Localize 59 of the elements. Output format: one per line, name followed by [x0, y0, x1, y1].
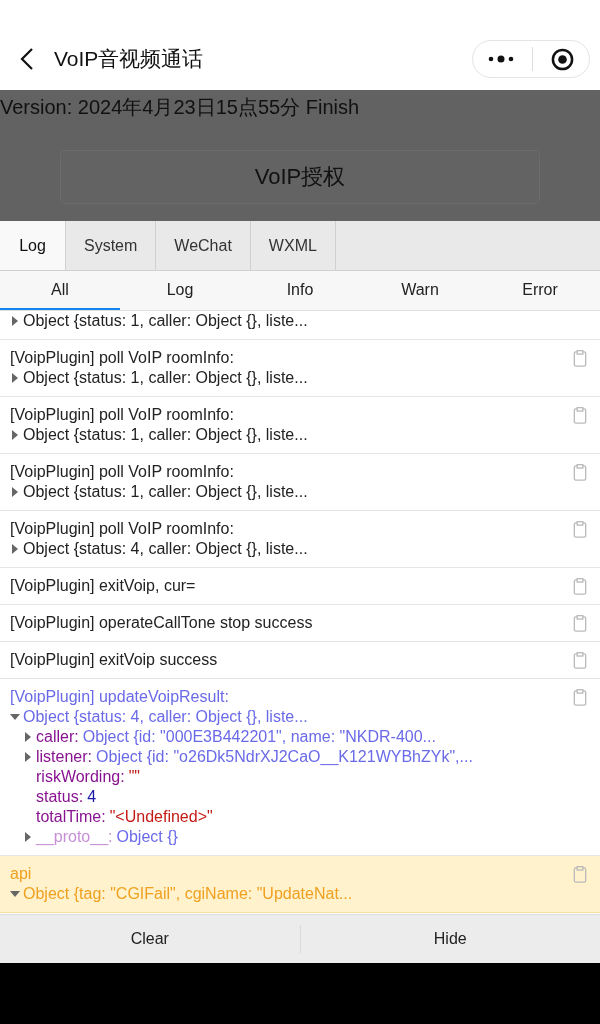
object-summary[interactable]: Object {status: 1, caller: Object {}, liste...: [23, 425, 308, 445]
version-text: Version: 2024年4月23日15点55分 Finish: [0, 95, 361, 120]
clipboard-icon[interactable]: [573, 578, 587, 595]
property-key: __proto__:: [36, 827, 113, 847]
footer-button[interactable]: Clear: [0, 925, 301, 953]
clipboard-icon[interactable]: [573, 521, 587, 538]
footer-button[interactable]: Hide: [300, 915, 600, 963]
expand-icon[interactable]: [23, 832, 33, 842]
log-message: api: [10, 864, 32, 884]
filter-tab[interactable]: All: [0, 271, 120, 310]
clipboard-icon[interactable]: [573, 615, 587, 632]
object-summary[interactable]: Object {status: 4, caller: Object {}, liste...: [23, 539, 308, 559]
log-message: [VoipPlugin] poll VoIP roomInfo:: [10, 462, 234, 482]
clipboard-icon[interactable]: [573, 464, 587, 481]
log-message: [VoipPlugin] exitVoip, cur=: [10, 576, 196, 596]
filter-tab[interactable]: Info: [240, 271, 360, 310]
filter-tab[interactable]: Error: [480, 271, 600, 310]
property-key: status:: [36, 787, 84, 807]
property-value: Object {id: "000E3B442201", name: "NKDR-400...: [82, 727, 436, 747]
clipboard-icon[interactable]: [573, 652, 587, 669]
expand-icon[interactable]: [23, 752, 33, 762]
property-value: 4: [87, 787, 97, 807]
filter-tab[interactable]: Warn: [360, 271, 480, 310]
object-summary[interactable]: Object {status: 1, caller: Object {}, liste...: [23, 311, 308, 331]
property-value: "": [128, 767, 140, 787]
close-icon[interactable]: [551, 47, 574, 71]
property-key: riskWording:: [36, 767, 125, 787]
log-message: [VoipPlugin] poll VoIP roomInfo:: [10, 348, 234, 368]
property-key: listener:: [36, 747, 93, 767]
log-message: [VoipPlugin] poll VoIP roomInfo:: [10, 519, 234, 539]
expand-icon[interactable]: [10, 373, 20, 383]
more-icon[interactable]: [488, 55, 514, 63]
clipboard-icon[interactable]: [573, 407, 587, 424]
object-summary[interactable]: Object {status: 4, caller: Object {}, liste...: [23, 707, 308, 727]
log-message: [VoipPlugin] updateVoipResult:: [10, 687, 229, 707]
property-key: caller:: [36, 727, 79, 747]
log-message: [VoipPlugin] poll VoIP roomInfo:: [10, 405, 234, 425]
property-value: Object {}: [116, 827, 178, 847]
page-title: VoIP音视频通话: [54, 46, 205, 72]
expand-icon[interactable]: [10, 316, 20, 326]
log-message: [VoipPlugin] operateCallTone stop success: [10, 613, 313, 633]
expand-icon[interactable]: [10, 544, 20, 554]
object-summary[interactable]: Object {status: 1, caller: Object {}, liste...: [23, 482, 308, 502]
expand-icon[interactable]: [10, 430, 20, 440]
console-tab[interactable]: Log: [0, 221, 66, 270]
back-icon[interactable]: [20, 47, 34, 71]
clipboard-icon[interactable]: [573, 866, 587, 883]
filter-tab[interactable]: Log: [120, 271, 240, 310]
object-summary[interactable]: Object {status: 1, caller: Object {}, liste...: [23, 368, 308, 388]
expand-icon[interactable]: [10, 712, 20, 722]
property-value: "<Undefined>": [109, 807, 213, 827]
clipboard-icon[interactable]: [573, 689, 587, 706]
property-key: totalTime:: [36, 807, 106, 827]
clipboard-icon[interactable]: [573, 350, 587, 367]
expand-icon[interactable]: [10, 889, 20, 899]
expand-icon[interactable]: [10, 487, 20, 497]
expand-icon[interactable]: [23, 732, 33, 742]
log-message: [VoipPlugin] exitVoip success: [10, 650, 218, 670]
property-value: Object {id: "o26Dk5NdrXJ2CaO__K121WYBhZYk",...: [96, 747, 473, 767]
